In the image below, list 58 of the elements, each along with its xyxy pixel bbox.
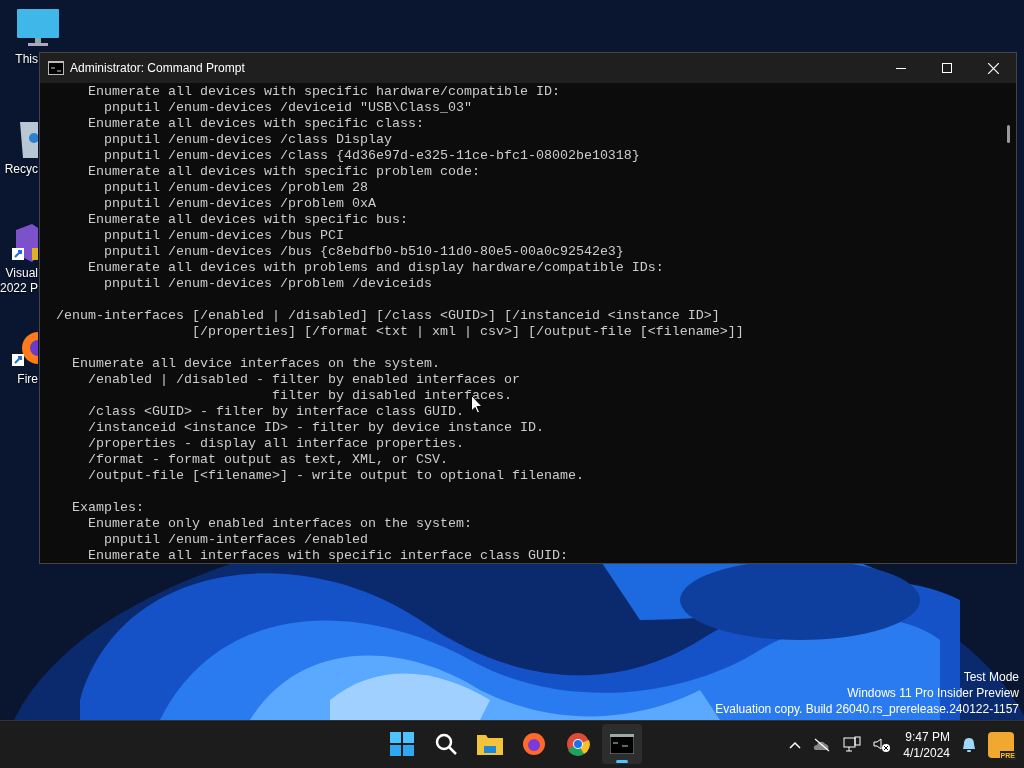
watermark-text: Test Mode	[963, 669, 1019, 685]
console-line: /output-file [<filename>] - write output to optional filename.	[87, 468, 584, 484]
console-line: pnputil /enum-devices /problem 0xA	[103, 196, 376, 212]
console-line: [/properties] [/format <txt | xml | csv>] [/output-file [<filename>]]	[190, 324, 744, 340]
console-line: Enumerate all devices with specific problem code:	[87, 164, 480, 180]
network-icon[interactable]	[843, 735, 862, 754]
console-line: Enumerate all interfaces with specific interface class GUID:	[87, 548, 568, 563]
terminal-icon	[610, 734, 634, 754]
browser-icon	[522, 732, 546, 756]
console-line: Enumerate all devices with specific hardware/compatible ID:	[87, 84, 560, 100]
cloud-icon[interactable]	[813, 737, 832, 752]
console-line: pnputil /enum-devices /problem 28	[103, 180, 368, 196]
console-line: /properties - display all interface properties.	[87, 436, 464, 452]
taskbar-app[interactable]	[602, 724, 642, 764]
console-line: pnputil /enum-devices /bus {c8ebdfb0-b510-11d0-80e5-00a0c92542e3}	[103, 244, 624, 260]
console-line: pnputil /enum-devices /class {4d36e97d-e325-11ce-bfc1-08002be10318}	[103, 148, 640, 164]
desktop-icon-label[interactable]: Fire	[17, 372, 38, 387]
scrollbar-thumb[interactable]	[1007, 125, 1010, 143]
browser-icon	[566, 732, 590, 756]
chevron-up-icon[interactable]	[789, 740, 802, 749]
monitor-icon	[16, 8, 60, 48]
desktop-icon-label[interactable]: Visual	[5, 266, 38, 281]
console-line: Enumerate only enabled interfaces on the system:	[87, 516, 472, 532]
date-text: 4/1/2024	[903, 744, 950, 761]
console-line: /class <GUID> - filter by interface class GUID.	[87, 404, 464, 420]
desktop-icon-label[interactable]: Recyc	[4, 162, 38, 177]
desktop-icon-label[interactable]: This	[15, 52, 38, 67]
desktop-icon-label[interactable]: 2022 P	[0, 281, 38, 296]
console-line: pnputil /enum-interfaces /enabled	[103, 532, 368, 548]
folder-icon	[477, 733, 503, 755]
clock[interactable]: 9:47 PM 4/1/2024	[903, 728, 950, 761]
console-line: Enumerate all devices with specific class:	[87, 116, 424, 132]
browser-shortcut-icon	[12, 330, 38, 368]
watermark-text: Windows 11 Pro Insider Preview	[847, 685, 1019, 701]
maximize-icon	[942, 63, 952, 73]
console-line: /enabled | /disabled - filter by enabled interfaces or	[87, 372, 520, 388]
console-line: pnputil /enum-devices /class Display	[103, 132, 392, 148]
bell-icon[interactable]	[962, 736, 976, 753]
console-line: Enumerate all devices with problems and display hardware/compatible IDs:	[87, 260, 664, 276]
console-line: /instanceid <instance ID> - filter by device instance ID.	[87, 420, 544, 436]
close-icon	[987, 62, 999, 74]
console-line: Enumerate all device interfaces on the system.	[71, 356, 440, 372]
console-line: pnputil /enum-devices /deviceid "USB\Class_03"	[103, 100, 472, 116]
console-line: Enumerate all devices with specific bus:	[87, 212, 408, 228]
console-line: /enum-interfaces [/enabled | /disabled] [/class <GUID>] [/instanceid <instance ID>]	[56, 308, 720, 324]
console-line: Examples:	[71, 500, 144, 516]
console-icon	[48, 61, 64, 75]
console-line: filter by disabled interfaces.	[270, 388, 512, 404]
speaker-muted-icon[interactable]	[873, 736, 892, 753]
time-text: 9:47 PM	[905, 728, 950, 745]
window-title: Administrator: Command Prompt	[70, 60, 245, 77]
app-shortcut-icon	[12, 224, 38, 262]
console-line: /format - format output as text, XML, or CSV.	[87, 452, 448, 468]
windows-logo-icon	[390, 732, 414, 756]
search-icon	[434, 732, 458, 756]
console-line: pnputil /enum-devices /problem /deviceids	[103, 276, 432, 292]
console-line: pnputil /enum-devices /bus PCI	[103, 228, 344, 244]
minimize-icon	[896, 67, 906, 69]
